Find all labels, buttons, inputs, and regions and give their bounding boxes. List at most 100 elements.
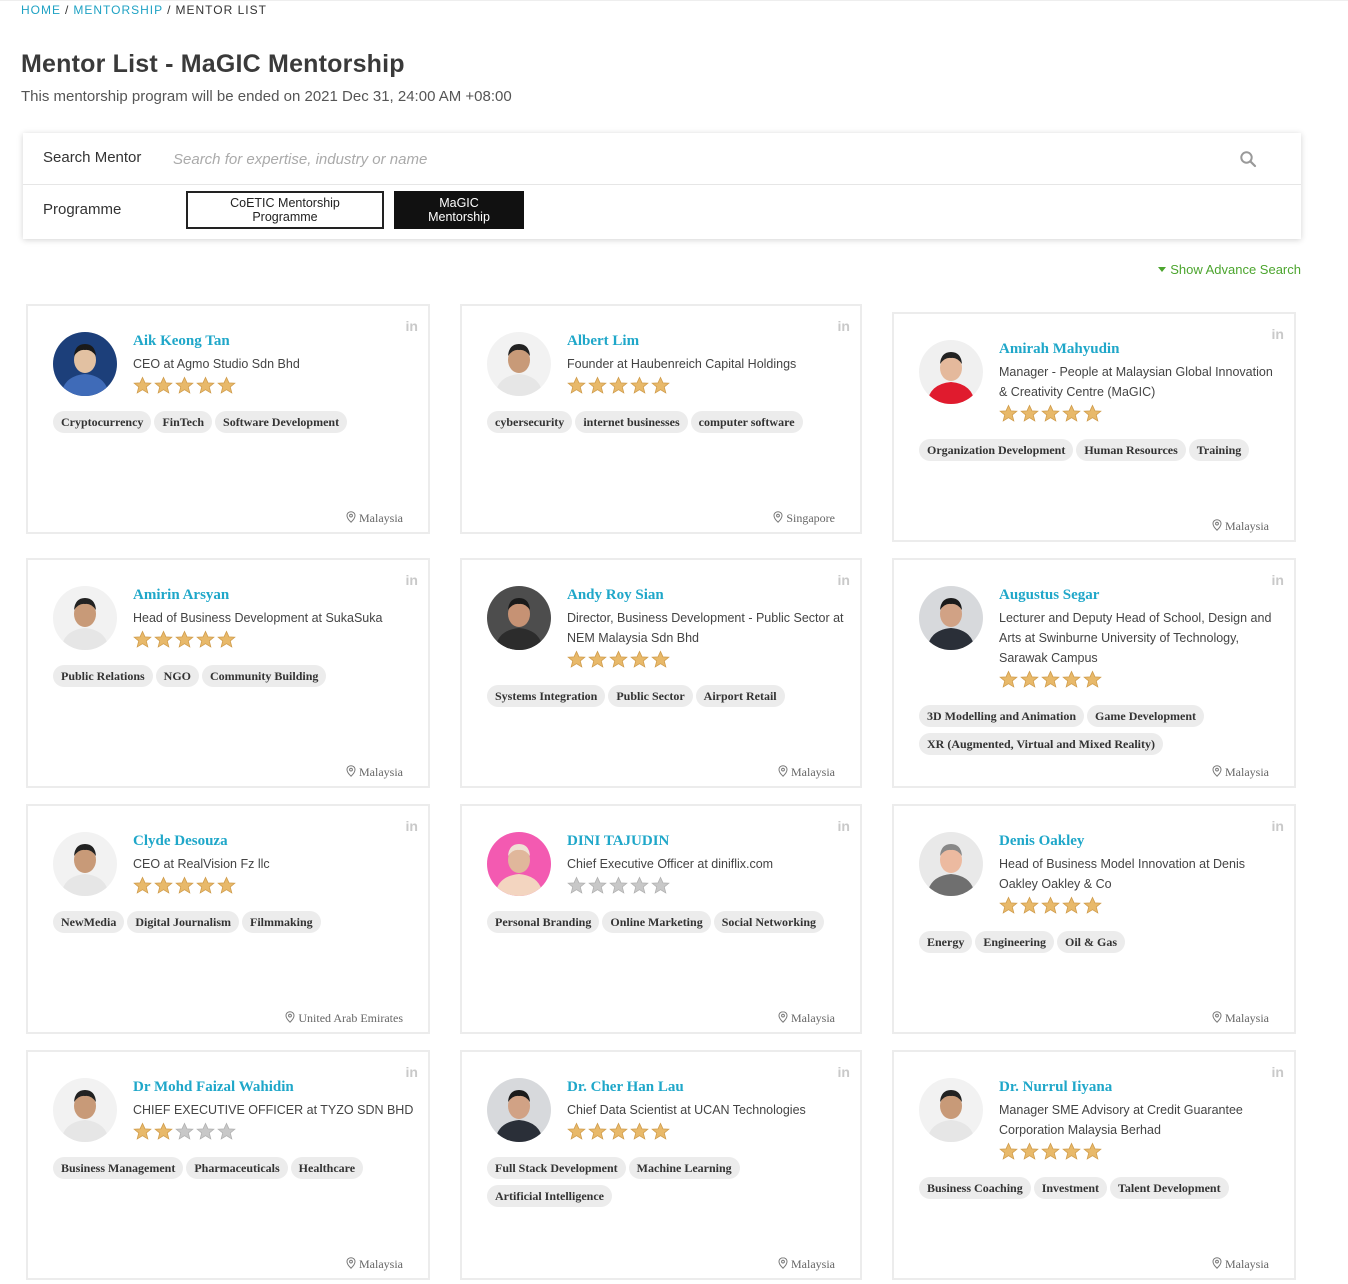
expertise-tag[interactable]: computer software <box>690 411 803 433</box>
expertise-tag[interactable]: Public Relations <box>53 665 153 687</box>
expertise-tag[interactable]: Personal Branding <box>487 911 600 933</box>
avatar[interactable] <box>487 1078 551 1142</box>
programme-option-magic[interactable]: MaGIC Mentorship <box>394 191 524 229</box>
expertise-tag[interactable]: Digital Journalism <box>127 911 239 933</box>
expertise-tag[interactable]: Artificial Intelligence <box>487 1185 612 1207</box>
expertise-tags: Systems Integration Public Sector Airport … <box>487 685 850 713</box>
expertise-tag[interactable]: cybersecurity <box>487 411 573 433</box>
expertise-tag[interactable]: Systems Integration <box>487 685 606 707</box>
mentor-name[interactable]: Andy Roy Sian <box>567 586 846 604</box>
expertise-tag[interactable]: Public Sector <box>608 685 693 707</box>
location-pin-icon <box>346 765 359 779</box>
expertise-tag[interactable]: Pharmaceuticals <box>186 1157 288 1179</box>
mentor-role: Founder at Haubenreich Capital Holdings <box>567 357 797 371</box>
mentor-name[interactable]: Albert Lim <box>567 332 846 350</box>
star-icon <box>1062 896 1081 914</box>
location-label: Malaysia <box>359 765 403 779</box>
mentor-card[interactable]: in Amirin Arsyan Head of Business Developm… <box>26 558 430 788</box>
expertise-tag[interactable]: Cryptocurrency <box>53 411 152 433</box>
star-icon <box>999 896 1018 914</box>
mentor-card[interactable]: in Andy Roy Sian Director, Business Develo… <box>460 558 862 788</box>
expertise-tag[interactable]: Business Coaching <box>919 1177 1031 1199</box>
expertise-tag[interactable]: Investment <box>1033 1177 1108 1199</box>
star-rating <box>999 670 1280 692</box>
mentor-name[interactable]: DINI TAJUDIN <box>567 832 846 850</box>
star-icon <box>1020 404 1039 422</box>
expertise-tag[interactable]: Human Resources <box>1076 439 1186 461</box>
expertise-tag[interactable]: Oil & Gas <box>1057 931 1126 953</box>
expertise-tag[interactable]: Full Stack Development <box>487 1157 626 1179</box>
mentor-name[interactable]: Dr. Cher Han Lau <box>567 1078 846 1096</box>
expertise-tag[interactable]: Energy <box>919 931 973 953</box>
expertise-tag[interactable]: Training <box>1188 439 1250 461</box>
avatar[interactable] <box>487 832 551 896</box>
advance-search-label: Show Advance Search <box>1170 262 1301 277</box>
mentor-name[interactable]: Augustus Segar <box>999 586 1280 604</box>
expertise-tag[interactable]: Healthcare <box>290 1157 364 1179</box>
avatar[interactable] <box>53 1078 117 1142</box>
avatar[interactable] <box>919 586 983 650</box>
search-input[interactable] <box>173 143 1233 175</box>
location-pin-icon <box>1212 519 1225 533</box>
star-icon <box>630 876 649 894</box>
mentor-card[interactable]: in Amirah Mahyudin Manager - People at Mal… <box>892 312 1296 542</box>
star-icon <box>1020 896 1039 914</box>
mentor-card[interactable]: in Augustus Segar Lecturer and Deputy Head… <box>892 558 1296 788</box>
expertise-tag[interactable]: FinTech <box>154 411 213 433</box>
expertise-tag[interactable]: Game Development <box>1087 705 1205 727</box>
location-pin-icon <box>285 1011 298 1025</box>
page-title: Mentor List - MaGIC Mentorship <box>21 50 405 78</box>
expertise-tags: Personal Branding Online Marketing Social … <box>487 911 850 939</box>
expertise-tag[interactable]: Software Development <box>215 411 348 433</box>
mentor-card[interactable]: in Denis Oakley Head of Business Model Inn… <box>892 804 1296 1034</box>
avatar[interactable] <box>53 586 117 650</box>
mentor-name[interactable]: Amirah Mahyudin <box>999 340 1280 358</box>
mentor-info: Clyde Desouza CEO at RealVision Fz llc <box>133 832 414 898</box>
expertise-tag[interactable]: Business Management <box>53 1157 184 1179</box>
expertise-tags: Full Stack Development Machine Learning Ar… <box>487 1157 850 1213</box>
expertise-tag[interactable]: XR (Augmented, Virtual and Mixed Reality… <box>919 733 1163 755</box>
mentor-card[interactable]: in Albert Lim Founder at Haubenreich Capit… <box>460 304 862 534</box>
mentor-card[interactable]: in Dr Mohd Faizal Wahidin CHIEF EXECUTIVE … <box>26 1050 430 1280</box>
mentor-card[interactable]: in Aik Keong Tan CEO at Agmo Studio Sdn Bh… <box>26 304 430 534</box>
avatar[interactable] <box>919 340 983 404</box>
mentor-info: Amirah Mahyudin Manager - People at Malay… <box>999 340 1280 426</box>
mentor-card[interactable]: in Clyde Desouza CEO at RealVision Fz llc N… <box>26 804 430 1034</box>
mentor-name[interactable]: Amirin Arsyan <box>133 586 414 604</box>
expertise-tag[interactable]: internet businesses <box>575 411 688 433</box>
expertise-tag[interactable]: Community Building <box>202 665 327 687</box>
avatar[interactable] <box>919 832 983 896</box>
expertise-tag[interactable]: Engineering <box>975 931 1055 953</box>
expertise-tag[interactable]: Talent Development <box>1110 1177 1229 1199</box>
mentor-name[interactable]: Denis Oakley <box>999 832 1280 850</box>
expertise-tag[interactable]: NGO <box>155 665 200 687</box>
expertise-tag[interactable]: Online Marketing <box>602 911 711 933</box>
search-icon[interactable] <box>1239 150 1257 168</box>
avatar[interactable] <box>487 332 551 396</box>
avatar[interactable] <box>919 1078 983 1142</box>
avatar[interactable] <box>53 832 117 896</box>
mentor-card[interactable]: in Dr. Nurrul Iiyana Manager SME Advisory … <box>892 1050 1296 1280</box>
breadcrumb-mentorship-link[interactable]: MENTORSHIP <box>73 3 163 17</box>
expertise-tag[interactable]: Filmmaking <box>242 911 321 933</box>
star-icon <box>999 670 1018 688</box>
mentor-card[interactable]: in Dr. Cher Han Lau Chief Data Scientist a… <box>460 1050 862 1280</box>
expertise-tag[interactable]: Airport Retail <box>695 685 785 707</box>
avatar[interactable] <box>53 332 117 396</box>
mentor-name[interactable]: Aik Keong Tan <box>133 332 414 350</box>
mentor-name[interactable]: Dr Mohd Faizal Wahidin <box>133 1078 414 1096</box>
avatar[interactable] <box>487 586 551 650</box>
breadcrumb-home-link[interactable]: HOME <box>21 3 61 17</box>
expertise-tag[interactable]: Social Networking <box>713 911 825 933</box>
expertise-tag[interactable]: Organization Development <box>919 439 1074 461</box>
mentor-card[interactable]: in DINI TAJUDIN Chief Executive Officer at… <box>460 804 862 1034</box>
expertise-tag[interactable]: Machine Learning <box>628 1157 740 1179</box>
programme-option-coetic[interactable]: CoETIC Mentorship Programme <box>186 191 384 229</box>
show-advance-search-link[interactable]: Show Advance Search <box>1158 262 1301 277</box>
breadcrumb-current: MENTOR LIST <box>175 3 267 17</box>
mentor-name[interactable]: Dr. Nurrul Iiyana <box>999 1078 1280 1096</box>
expertise-tag[interactable]: 3D Modelling and Animation <box>919 705 1085 727</box>
expertise-tag[interactable]: NewMedia <box>53 911 125 933</box>
mentor-name[interactable]: Clyde Desouza <box>133 832 414 850</box>
mentor-location: Malaysia <box>346 511 403 526</box>
